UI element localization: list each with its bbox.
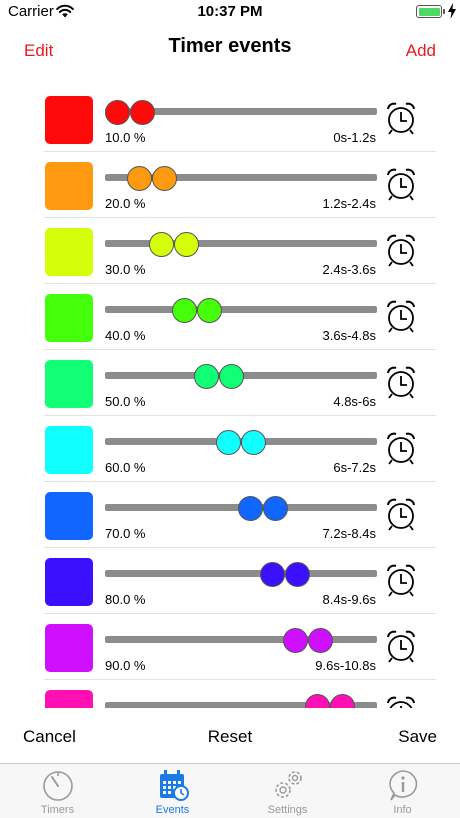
range-end-handle[interactable] [241, 430, 266, 455]
event-row[interactable] [0, 680, 460, 708]
range-start-handle[interactable] [238, 496, 264, 521]
tab-info[interactable]: Info [345, 764, 460, 818]
tab-events[interactable]: Events [115, 764, 230, 818]
save-button[interactable]: Save [398, 727, 437, 747]
event-time-range-label: 1.2s-2.4s [322, 196, 376, 211]
range-end-handle[interactable] [152, 166, 178, 191]
tab-bar: Timers Events Settings Info [0, 763, 460, 818]
alarm-clock-icon[interactable] [384, 496, 418, 532]
event-percent-label: 90.0 % [105, 658, 146, 673]
event-percent-label: 70.0 % [105, 526, 146, 541]
alarm-clock-icon[interactable] [384, 298, 418, 334]
range-start-handle[interactable] [304, 694, 330, 708]
events-calendar-icon [160, 770, 189, 801]
range-start-handle[interactable] [193, 364, 219, 389]
event-row[interactable]: 40.0 % 3.6s-4.8s [0, 284, 460, 350]
info-bubble-icon [389, 770, 418, 801]
event-color-swatch[interactable] [45, 690, 93, 708]
alarm-clock-icon[interactable] [384, 694, 418, 708]
event-range-track[interactable] [105, 570, 377, 577]
event-percent-label: 80.0 % [105, 592, 146, 607]
battery-tip [443, 9, 445, 14]
event-percent-label: 30.0 % [105, 262, 146, 277]
range-end-handle[interactable] [285, 562, 311, 587]
event-range-track[interactable] [105, 240, 377, 247]
range-start-handle[interactable] [282, 628, 308, 653]
range-end-handle[interactable] [329, 694, 355, 708]
range-end-handle[interactable] [307, 628, 333, 653]
status-time: 10:37 PM [197, 3, 263, 20]
range-end-handle[interactable] [196, 298, 222, 323]
alarm-clock-icon[interactable] [384, 628, 418, 664]
alarm-clock-icon[interactable] [384, 232, 418, 268]
range-start-handle[interactable] [216, 430, 241, 455]
range-end-handle[interactable] [130, 100, 155, 125]
tab-label-timers: Timers [40, 804, 75, 816]
event-row[interactable]: 20.0 % 1.2s-2.4s [0, 152, 460, 218]
event-row[interactable]: 10.0 % 0s-1.2s [0, 86, 460, 152]
event-percent-label: 50.0 % [105, 394, 146, 409]
event-color-swatch[interactable] [45, 426, 93, 474]
range-start-handle[interactable] [260, 562, 286, 587]
event-color-swatch[interactable] [45, 360, 93, 408]
navigation-bar: Edit Timer events Add [0, 24, 460, 76]
alarm-clock-icon[interactable] [384, 562, 418, 598]
bottom-toolbar: Cancel Reset Save [0, 714, 460, 758]
reset-button[interactable]: Reset [0, 727, 460, 747]
range-end-handle[interactable] [174, 232, 200, 257]
event-percent-label: 20.0 % [105, 196, 146, 211]
event-time-range-label: 8.4s-9.6s [322, 592, 376, 607]
alarm-clock-icon[interactable] [384, 430, 418, 466]
tab-timers[interactable]: Timers [0, 764, 115, 818]
range-start-handle[interactable] [149, 232, 175, 257]
status-bar: Carrier 10:37 PM [0, 0, 460, 24]
event-time-range-label: 3.6s-4.8s [322, 328, 376, 343]
event-time-range-label: 6s-7.2s [333, 460, 376, 475]
tab-settings[interactable]: Settings [230, 764, 345, 818]
event-row[interactable]: 50.0 % 4.8s-6s [0, 350, 460, 416]
event-color-swatch[interactable] [45, 624, 93, 672]
event-range-track[interactable] [105, 306, 377, 313]
event-color-swatch[interactable] [45, 492, 93, 540]
page-title: Timer events [168, 35, 292, 57]
event-time-range-label: 2.4s-3.6s [322, 262, 376, 277]
event-time-range-label: 7.2s-8.4s [322, 526, 376, 541]
event-color-swatch[interactable] [45, 228, 93, 276]
event-row[interactable]: 60.0 % 6s-7.2s [0, 416, 460, 482]
event-color-swatch[interactable] [45, 96, 93, 144]
event-row[interactable]: 90.0 % 9.6s-10.8s [0, 614, 460, 680]
event-color-swatch[interactable] [45, 558, 93, 606]
event-time-range-label: 9.6s-10.8s [315, 658, 376, 673]
charging-bolt-icon [448, 3, 456, 19]
event-time-range-label: 4.8s-6s [333, 394, 376, 409]
alarm-clock-icon[interactable] [384, 166, 418, 202]
range-end-handle[interactable] [218, 364, 244, 389]
event-color-swatch[interactable] [45, 162, 93, 210]
event-percent-label: 60.0 % [105, 460, 146, 475]
timer-icon [43, 771, 73, 801]
event-percent-label: 40.0 % [105, 328, 146, 343]
add-button[interactable]: Add [406, 41, 436, 61]
alarm-clock-icon[interactable] [384, 364, 418, 400]
event-time-range-label: 0s-1.2s [333, 130, 376, 145]
alarm-clock-icon[interactable] [384, 100, 418, 136]
range-start-handle[interactable] [171, 298, 197, 323]
range-start-handle[interactable] [127, 166, 153, 191]
event-color-swatch[interactable] [45, 294, 93, 342]
event-range-track[interactable] [105, 636, 377, 643]
gears-icon [275, 771, 302, 798]
battery-icon [416, 5, 442, 18]
tab-label-events: Events [155, 804, 190, 816]
event-row[interactable]: 80.0 % 8.4s-9.6s [0, 548, 460, 614]
range-end-handle[interactable] [263, 496, 289, 521]
event-row[interactable]: 30.0 % 2.4s-3.6s [0, 218, 460, 284]
timer-events-list[interactable]: 10.0 % 0s-1.2s 20.0 % 1.2s-2.4s 30.0 % 2.4s-3… [0, 86, 460, 708]
event-percent-label: 10.0 % [105, 130, 146, 145]
tab-label-settings: Settings [267, 804, 308, 816]
event-row[interactable]: 70.0 % 7.2s-8.4s [0, 482, 460, 548]
range-start-handle[interactable] [105, 100, 130, 125]
tab-label-info: Info [393, 804, 412, 816]
